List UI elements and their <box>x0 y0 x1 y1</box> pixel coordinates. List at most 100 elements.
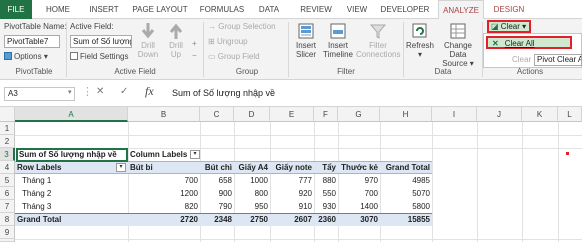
drill-up-label-2: Up <box>170 50 182 59</box>
pivot-value-cell: 4985 <box>412 176 430 185</box>
tab-design[interactable]: DESIGN <box>488 0 530 19</box>
grand-total-cell: 2348 <box>214 215 232 224</box>
gridline <box>15 239 582 240</box>
filter-connections-button[interactable]: Filter Connections <box>356 22 400 59</box>
cancel-icon[interactable]: ✕ <box>96 86 104 97</box>
refresh-label: Refresh <box>405 41 434 50</box>
column-header-h[interactable]: H <box>380 107 432 122</box>
collapse-field-icon[interactable]: − <box>192 51 197 60</box>
column-labels-filter-icon[interactable]: ▾ <box>190 150 200 159</box>
select-all-corner[interactable] <box>0 107 15 122</box>
refresh-button[interactable]: Refresh ▾ <box>405 22 435 59</box>
pivot-value-title-cell[interactable]: Sum of Số lượng nhập về <box>16 148 128 162</box>
row-header-8[interactable]: 8 <box>0 213 15 226</box>
change-data-source-button[interactable]: Change Data Source ▾ <box>436 22 480 68</box>
tab-developer[interactable]: DEVELOPER <box>378 0 432 19</box>
tab-data[interactable]: DATA <box>252 0 286 19</box>
pivot-value-cell: 920 <box>298 189 312 198</box>
column-labels-cell[interactable]: Column Labels <box>130 148 190 161</box>
drill-up-button[interactable]: Drill Up <box>163 22 189 59</box>
gridline <box>558 122 559 242</box>
insert-timeline-button[interactable]: Insert Timeline <box>321 22 355 59</box>
ungroup-button[interactable]: ⊞ Ungroup <box>208 37 248 46</box>
clear-all-label: Clear All <box>504 39 535 48</box>
row-header-7[interactable]: 7 <box>0 200 15 213</box>
tab-page-layout[interactable]: PAGE LAYOUT <box>130 0 190 19</box>
tab-home[interactable]: HOME <box>38 0 78 19</box>
field-settings-label: Field Settings <box>80 52 129 61</box>
column-header-b[interactable]: B <box>128 107 200 122</box>
column-header-a[interactable]: A <box>15 107 128 122</box>
tab-analyze[interactable]: ANALYZE <box>438 0 484 20</box>
enter-icon[interactable]: ✓ <box>120 86 128 97</box>
pivot-header-cell: Giấy A4 <box>238 163 269 172</box>
ribbon-separator <box>403 22 404 77</box>
column-header-k[interactable]: K <box>522 107 558 122</box>
tab-formulas[interactable]: FORMULAS <box>196 0 248 19</box>
row-header-3[interactable]: 3 <box>0 148 15 161</box>
pivottable-name-input[interactable]: PivotTable7 <box>4 35 60 48</box>
row-header-6[interactable]: 6 <box>0 187 15 200</box>
formula-input[interactable]: Sum of Số lượng nhập về <box>172 88 275 98</box>
group-label-data: Data <box>434 67 452 76</box>
tab-review[interactable]: REVIEW <box>296 0 336 19</box>
column-header-l[interactable]: L <box>558 107 582 122</box>
clear-all-menu-item[interactable]: ✕ Clear All <box>486 36 572 49</box>
row-labels-filter-icon[interactable]: ▾ <box>116 163 126 172</box>
ribbon-separator <box>203 22 204 77</box>
group-selection-button[interactable]: → Group Selection <box>208 22 276 31</box>
tab-insert[interactable]: INSERT <box>82 0 126 19</box>
pivot-value-cell: 1200 <box>180 189 198 198</box>
pivottable-name-label: PivotTable Name: <box>4 22 67 31</box>
chevron-down-icon[interactable]: ▾ <box>68 88 72 96</box>
insert-timeline-label-1: Insert <box>327 41 348 50</box>
row-header-2[interactable]: 2 <box>0 135 15 148</box>
column-header-i[interactable]: I <box>432 107 477 122</box>
column-header-e[interactable]: E <box>270 107 314 122</box>
change-data-source-icon <box>450 23 466 39</box>
row-header-5[interactable]: 5 <box>0 174 15 187</box>
column-header-f[interactable]: F <box>314 107 338 122</box>
options-button[interactable]: Options ▾ <box>4 52 48 61</box>
pivot-value-cell: 700 <box>184 176 198 185</box>
active-field-input[interactable]: Sum of Số lượng n <box>70 35 132 48</box>
drill-down-icon <box>141 23 155 39</box>
pivot-header-cell: Tẩy <box>322 163 336 172</box>
group-label-actions: Actions <box>516 67 544 76</box>
row-header-9[interactable]: 9 <box>0 226 15 239</box>
ungroup-label: Ungroup <box>216 37 248 46</box>
field-settings-icon <box>70 52 78 60</box>
filter-connections-icon <box>369 24 387 39</box>
refresh-icon <box>412 23 427 38</box>
function-icon[interactable]: fx <box>145 84 154 99</box>
name-box[interactable]: A3 <box>4 87 75 101</box>
tab-file[interactable]: FILE <box>0 0 32 19</box>
slicer-icon <box>298 23 314 39</box>
group-field-button[interactable]: ▭ Group Field <box>208 52 260 61</box>
more-options-icon: ⋮ <box>82 86 93 98</box>
formula-bar: A3 ▾ ⋮ ✕ ✓ fx Sum of Số lượng nhập về <box>0 80 582 107</box>
gridline <box>522 122 523 242</box>
pivot-row-label: Tháng 2 <box>22 189 52 198</box>
column-header-d[interactable]: D <box>234 107 270 122</box>
column-header-j[interactable]: J <box>477 107 522 122</box>
drill-down-button[interactable]: Drill Down <box>135 22 161 59</box>
gridline <box>477 122 478 242</box>
insert-slicer-button[interactable]: Insert Slicer <box>291 22 321 59</box>
column-header-c[interactable]: C <box>200 107 234 122</box>
filter-connections-label-2: Connections <box>356 50 401 59</box>
chevron-down-icon: ▾ <box>43 52 48 61</box>
row-header-1[interactable]: 1 <box>0 122 15 135</box>
clear-button[interactable]: ◪ Clear ▾ <box>487 20 531 33</box>
tab-view[interactable]: VIEW <box>342 0 372 19</box>
pivot-header-cell: Bút bi <box>130 163 153 172</box>
column-header-g[interactable]: G <box>338 107 380 122</box>
expand-field-icon[interactable]: + <box>192 39 197 48</box>
row-header-4[interactable]: 4 <box>0 161 15 174</box>
pivot-value-cell: 700 <box>364 189 378 198</box>
active-field-label: Active Field: <box>70 22 114 31</box>
field-settings-button[interactable]: Field Settings <box>70 52 128 61</box>
options-icon <box>4 52 12 60</box>
row-labels-cell[interactable]: Row Labels <box>17 161 117 174</box>
grand-total-cell: 2750 <box>250 215 268 224</box>
